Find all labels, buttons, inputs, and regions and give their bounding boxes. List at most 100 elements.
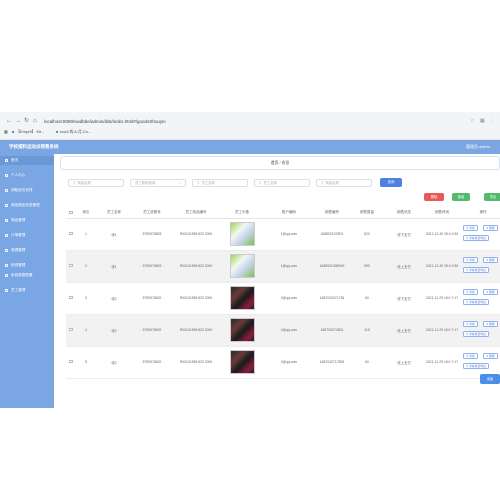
- delete-label: 删除: [489, 322, 495, 326]
- delete-button[interactable]: 删除: [424, 193, 444, 201]
- table-row: 2 张1 5790578893 R00241598 823 2000 1@qq.com 1…: [66, 250, 500, 283]
- product-image[interactable]: [229, 350, 255, 374]
- sidebar-item-label: 商品管理: [11, 218, 26, 222]
- cell-status: 线下支付: [384, 218, 424, 251]
- breadcrumb-home[interactable]: 首页: [271, 161, 279, 165]
- cell-qty: 820: [350, 218, 384, 251]
- select-all-checkbox[interactable]: [66, 208, 76, 219]
- export-button[interactable]: 导出: [484, 193, 500, 201]
- col-header: 员工收账号: [132, 208, 172, 219]
- col-header: 销售编号: [314, 208, 350, 219]
- bookmark-icon: ■: [12, 130, 15, 134]
- cell-serial: 1687032571736: [314, 282, 350, 315]
- cell-name: 张2: [96, 314, 132, 347]
- delete-label: 删除: [489, 290, 495, 294]
- bookmark-1[interactable]: ■ 【Emyx9】 Mt...: [12, 128, 44, 137]
- view-address-button[interactable]: ✎ 查看收货地址: [463, 267, 489, 273]
- cell-status: 线上支付: [384, 314, 424, 347]
- view-address-button[interactable]: ✎ 查看收货地址: [463, 363, 489, 369]
- cell-qty: 60: [350, 346, 384, 379]
- cell-code: R00241598 823 2000: [172, 346, 220, 379]
- cell-index: 3: [76, 282, 96, 315]
- reload-icon[interactable]: ↻: [24, 116, 29, 127]
- sidebar-item-borrow[interactable]: 商品借还信息管理: [0, 201, 54, 210]
- cell-name: 张1: [96, 218, 132, 251]
- sidebar-item-system[interactable]: 系统管理: [0, 261, 54, 270]
- detail-button[interactable]: ✎ 详情: [463, 353, 478, 359]
- admin-label[interactable]: 管理员 admin: [466, 140, 490, 154]
- detail-button[interactable]: ✎ 详情: [463, 321, 478, 327]
- cell-ops: ✎ 详情 ✕ 删除 ✎ 查看收货地址: [460, 218, 500, 251]
- sidebar-item-profile[interactable]: 个人中心: [0, 171, 54, 180]
- view-address-button[interactable]: ✎ 查看收货地址: [463, 235, 489, 241]
- forward-icon[interactable]: →: [15, 116, 21, 127]
- main-content: 首页 / 收银 ⚲ 商品名称 员工职称选择 ⌄ ⚲ 员工名称 ⚲ 员工名称 ⚲ 商品名称 …: [54, 154, 500, 408]
- list-icon: [5, 203, 8, 207]
- sidebar-item-goods[interactable]: 商品管理: [0, 216, 54, 225]
- filter-placeholder: 员工职称选择: [135, 181, 156, 185]
- col-header: 员工商品编号: [172, 208, 220, 219]
- row-checkbox[interactable]: [66, 250, 76, 283]
- sidebar-item-label: 系统参数配置: [11, 273, 33, 277]
- delete-label: 删除: [489, 354, 495, 358]
- product-image[interactable]: [229, 222, 255, 246]
- menu-icon[interactable]: ⋮: [490, 118, 496, 124]
- cell-account: 5790578893: [132, 250, 172, 283]
- filter-staff-name-2[interactable]: ⚲ 员工名称: [254, 179, 310, 187]
- sidebar-item-config[interactable]: 系统参数配置: [0, 271, 54, 280]
- filter-goods-name-2[interactable]: ⚲ 商品名称: [316, 179, 372, 187]
- extensions-icon[interactable]: ▦: [480, 118, 486, 124]
- filter-title-select[interactable]: 员工职称选择 ⌄: [130, 179, 186, 187]
- row-delete-button[interactable]: ✕ 删除: [483, 225, 498, 231]
- sidebar-item-staff[interactable]: 员工管理: [0, 286, 54, 295]
- cell-account: 5790578692: [132, 282, 172, 315]
- sidebar-item-home[interactable]: 首页: [0, 156, 54, 165]
- address-bar[interactable]: localhost:8080/swdbbe/admin/dist/index.h…: [44, 118, 166, 125]
- star-icon[interactable]: ☆: [470, 118, 476, 124]
- row-delete-button[interactable]: ✕ 删除: [483, 257, 498, 263]
- detail-button[interactable]: ✎ 详情: [463, 225, 478, 231]
- table-row: 3 张2 5790578692 R00241598 823 2000 2@qq.com 1…: [66, 282, 500, 315]
- col-header: 员工头像: [220, 208, 264, 219]
- view-address-button[interactable]: ✎ 查看收货地址: [463, 299, 489, 305]
- apps-icon[interactable]: ▦: [4, 128, 8, 137]
- sidebar-item-label: 领取班次安排: [11, 188, 33, 192]
- user-icon: [5, 173, 8, 177]
- detail-button[interactable]: ✎ 详情: [463, 289, 478, 295]
- row-delete-button[interactable]: ✕ 删除: [483, 289, 498, 295]
- filter-goods-name[interactable]: ⚲ 商品名称: [68, 179, 124, 187]
- address-label: 查看收货地址: [469, 332, 486, 336]
- sidebar-item-cashier[interactable]: 收银管理: [0, 246, 54, 255]
- calendar-icon: [5, 188, 8, 192]
- detail-button[interactable]: ✎ 详情: [463, 257, 478, 263]
- cell-account: 5790578692: [132, 346, 172, 379]
- float-service-badge[interactable]: 客服: [480, 374, 500, 384]
- filter-staff-name[interactable]: ⚲ 员工名称: [192, 179, 248, 187]
- row-checkbox[interactable]: [66, 218, 76, 251]
- back-icon[interactable]: ←: [6, 116, 12, 127]
- bookmark-2[interactable]: ■ kuo3.的.A.月.Co...: [56, 128, 91, 137]
- product-image[interactable]: [229, 286, 255, 310]
- add-button[interactable]: 新增: [452, 193, 470, 201]
- cell-avatar: [220, 250, 264, 283]
- cell-serial: 1688921398S49: [314, 250, 350, 283]
- search-button[interactable]: 查询: [380, 178, 402, 187]
- product-image[interactable]: [229, 254, 255, 278]
- col-header: 操作: [460, 208, 500, 219]
- cell-status: 线下支付: [384, 282, 424, 315]
- view-address-button[interactable]: ✎ 查看收货地址: [463, 331, 489, 337]
- gear-icon: [5, 273, 8, 277]
- col-header: 销售时间: [424, 208, 460, 219]
- cell-time: 2021-12-30 09:4 0:36: [424, 218, 460, 251]
- sidebar-item-orders[interactable]: 订单管理: [0, 231, 54, 240]
- row-delete-button[interactable]: ✕ 删除: [483, 321, 498, 327]
- row-checkbox[interactable]: [66, 346, 76, 379]
- product-image[interactable]: [229, 318, 255, 342]
- sidebar: 首页 个人中心 领取班次安排 商品借还信息管理 商品管理 订单管理 收银管理 系…: [0, 154, 54, 408]
- home-icon[interactable]: ⌂: [33, 116, 37, 127]
- row-checkbox[interactable]: [66, 282, 76, 315]
- row-checkbox[interactable]: [66, 314, 76, 347]
- row-delete-button[interactable]: ✕ 删除: [483, 353, 498, 359]
- sidebar-item-shifts[interactable]: 领取班次安排: [0, 186, 54, 195]
- bookmarks-bar: ▦ ■ 【Emyx9】 Mt... ■ kuo3.的.A.月.Co...: [0, 128, 500, 137]
